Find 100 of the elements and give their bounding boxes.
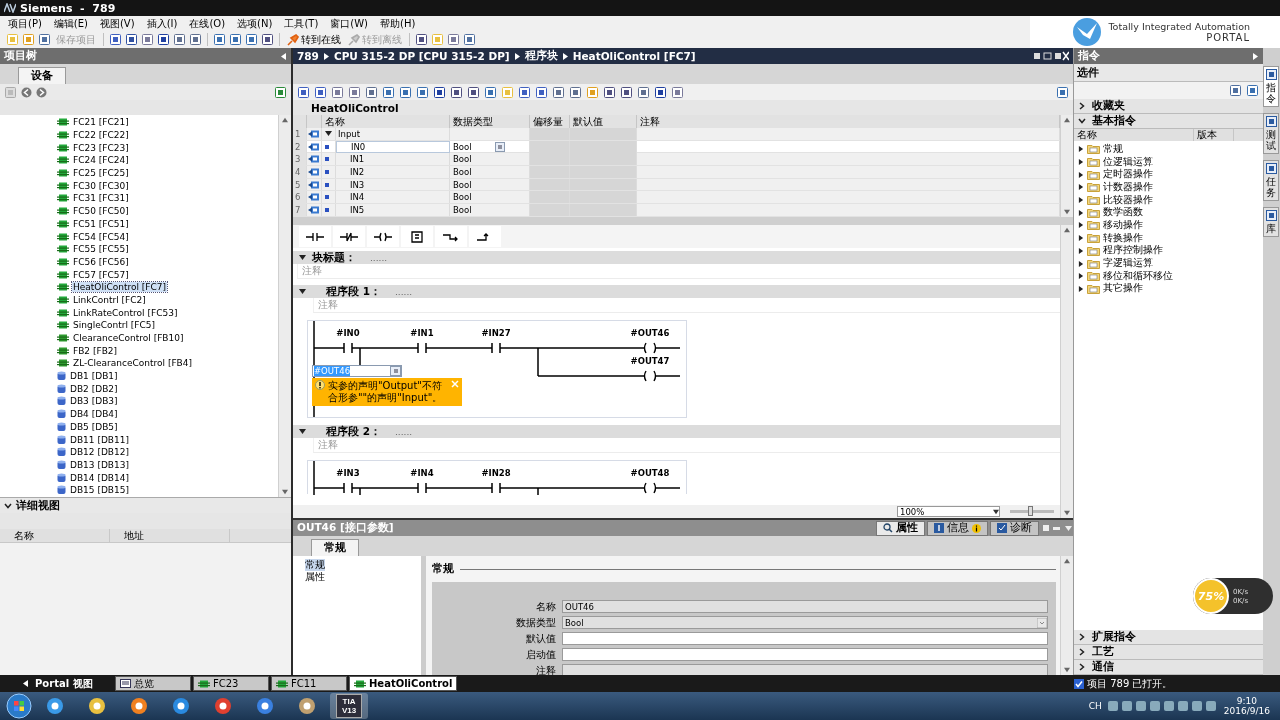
breadcrumb-item[interactable]: HeatOliControl [FC7] <box>572 50 696 62</box>
tool-icon[interactable] <box>637 85 650 99</box>
tool-icon[interactable] <box>173 33 186 46</box>
tool-icon[interactable] <box>297 85 310 99</box>
contact-symbol[interactable] <box>343 482 353 494</box>
tree-item[interactable]: FC30 [FC30] <box>72 180 130 191</box>
tool-icon[interactable] <box>331 85 344 99</box>
instruction-group[interactable]: 定时器操作 <box>1103 168 1153 182</box>
instruction-group[interactable]: 字逻辑运算 <box>1103 257 1153 271</box>
tool-icon[interactable] <box>189 33 202 46</box>
coil-symbol[interactable] <box>643 370 657 382</box>
palette-section[interactable]: 基本指令 <box>1074 114 1263 129</box>
tree-item[interactable]: DB5 [DB5] <box>69 421 119 432</box>
palette-section[interactable]: 通信 <box>1074 660 1263 675</box>
tool-icon[interactable] <box>467 85 480 99</box>
tool-icon[interactable] <box>382 85 395 99</box>
tree-item[interactable]: LinkContrl [FC2] <box>72 294 147 305</box>
tree-item[interactable]: FB2 [FB2] <box>72 345 119 356</box>
side-tab[interactable]: 库 <box>1263 207 1279 237</box>
tree-item[interactable]: FC56 [FC56] <box>72 256 130 267</box>
input-field[interactable] <box>562 632 1048 645</box>
language-indicator[interactable]: CH <box>1088 701 1102 711</box>
instruction-group[interactable]: 移动操作 <box>1103 218 1143 232</box>
contact-symbol[interactable] <box>417 482 427 494</box>
tool-icon[interactable] <box>654 85 667 99</box>
editor-tab[interactable]: HeatOliControl <box>349 676 458 691</box>
tool-icon[interactable] <box>450 85 463 99</box>
menu-item[interactable]: 窗口(W) <box>324 16 374 31</box>
tool-icon[interactable] <box>399 85 412 99</box>
side-tab[interactable]: 测试 <box>1263 113 1279 154</box>
tree-item[interactable]: FC24 [FC24] <box>72 155 130 166</box>
ladder-tool-button[interactable] <box>333 226 365 247</box>
side-tab[interactable]: 指令 <box>1263 66 1279 107</box>
instruction-group[interactable]: 转换操作 <box>1103 231 1143 245</box>
tree-item[interactable]: ClearanceControl [FB10] <box>72 333 185 344</box>
inspector-tab[interactable]: 信息 <box>927 520 988 536</box>
tool-icon[interactable] <box>552 85 565 99</box>
breadcrumb-item[interactable]: CPU 315-2 DP [CPU 315-2 DP] <box>333 50 510 62</box>
expand-arrow-icon[interactable] <box>325 130 332 138</box>
tool-icon[interactable] <box>245 33 258 46</box>
breadcrumb-item[interactable]: 789 <box>297 50 319 62</box>
ladder-tool-button[interactable] <box>299 226 331 247</box>
tree-item[interactable]: DB11 [DB11] <box>69 434 130 445</box>
tool-icon[interactable] <box>484 85 497 99</box>
tree-item[interactable]: FC22 [FC22] <box>72 130 130 141</box>
ladder-tool-button[interactable] <box>401 226 433 247</box>
tree-item[interactable]: DB13 [DB13] <box>69 459 130 470</box>
tool-icon[interactable] <box>535 85 548 99</box>
tool-icon[interactable] <box>518 85 531 99</box>
contact-symbol[interactable] <box>491 342 501 354</box>
menu-item[interactable]: 编辑(E) <box>47 16 94 31</box>
tool-icon[interactable] <box>157 33 170 46</box>
contact-symbol[interactable] <box>491 482 501 494</box>
menu-item[interactable]: 帮助(H) <box>374 16 422 31</box>
scrollbar[interactable] <box>1060 556 1073 675</box>
zoom-dropdown[interactable]: 100% <box>897 506 1000 517</box>
ladder-tool-button[interactable] <box>469 226 501 247</box>
go-online-button[interactable]: 转到在线 <box>285 32 343 47</box>
tool-icon[interactable] <box>671 85 684 99</box>
tree-item[interactable]: DB2 [DB2] <box>69 383 119 394</box>
menu-item[interactable]: 插入(I) <box>140 16 184 31</box>
forward-icon[interactable] <box>36 86 47 98</box>
scrollbar[interactable] <box>278 115 291 497</box>
tree-item[interactable]: FC50 [FC50] <box>72 206 130 217</box>
tree-item[interactable]: FC21 [FC21] <box>72 117 130 128</box>
menu-item[interactable]: 在线(O) <box>183 16 232 31</box>
side-tab[interactable]: 任务 <box>1263 160 1279 201</box>
tree-item[interactable]: ZL-ClearanceControl [FB4] <box>72 358 193 369</box>
clock[interactable]: 9:10 2016/9/16 <box>1223 696 1270 716</box>
contact-symbol[interactable] <box>343 342 353 354</box>
title-input[interactable]: ...... <box>362 252 388 263</box>
instruction-group[interactable]: 计数器操作 <box>1103 180 1153 194</box>
inspector-tab[interactable]: 属性 <box>876 520 925 536</box>
instruction-group[interactable]: 程序控制操作 <box>1103 244 1163 258</box>
tree-item[interactable]: FC54 [FC54] <box>72 231 130 242</box>
ladder-tool-button[interactable] <box>435 226 467 247</box>
scrollbar[interactable] <box>1060 115 1073 217</box>
tree-item[interactable]: DB12 [DB12] <box>69 447 130 458</box>
tree-item[interactable]: FC25 [FC25] <box>72 168 130 179</box>
tool-icon[interactable] <box>620 85 633 99</box>
menu-item[interactable]: 选项(N) <box>231 16 279 31</box>
instruction-group[interactable]: 比较器操作 <box>1103 193 1153 207</box>
window-controls-icon[interactable] <box>1033 51 1069 61</box>
nav-item[interactable]: 属性 <box>305 571 325 583</box>
editor-tab[interactable]: 总览 <box>115 676 191 691</box>
tool-icon[interactable] <box>415 33 428 46</box>
detail-view-header[interactable]: 详细视图 <box>0 497 291 513</box>
tool-icon[interactable] <box>416 85 429 99</box>
coil-symbol[interactable] <box>643 482 657 494</box>
scrollbar[interactable] <box>1060 225 1073 518</box>
palette-section[interactable]: 工艺 <box>1074 645 1263 660</box>
tool-icon[interactable] <box>433 85 446 99</box>
tray-icons-drawing[interactable] <box>1107 700 1218 712</box>
collapse-arrow-icon[interactable] <box>299 254 306 261</box>
breadcrumb-item[interactable]: 程序块 <box>524 49 558 63</box>
tool-icon[interactable] <box>463 33 476 46</box>
slider-thumb[interactable] <box>1027 506 1033 516</box>
palette-section[interactable]: 扩展指令 <box>1074 630 1263 645</box>
back-icon[interactable] <box>21 86 32 98</box>
tree-item[interactable]: FC55 [FC55] <box>72 244 130 255</box>
